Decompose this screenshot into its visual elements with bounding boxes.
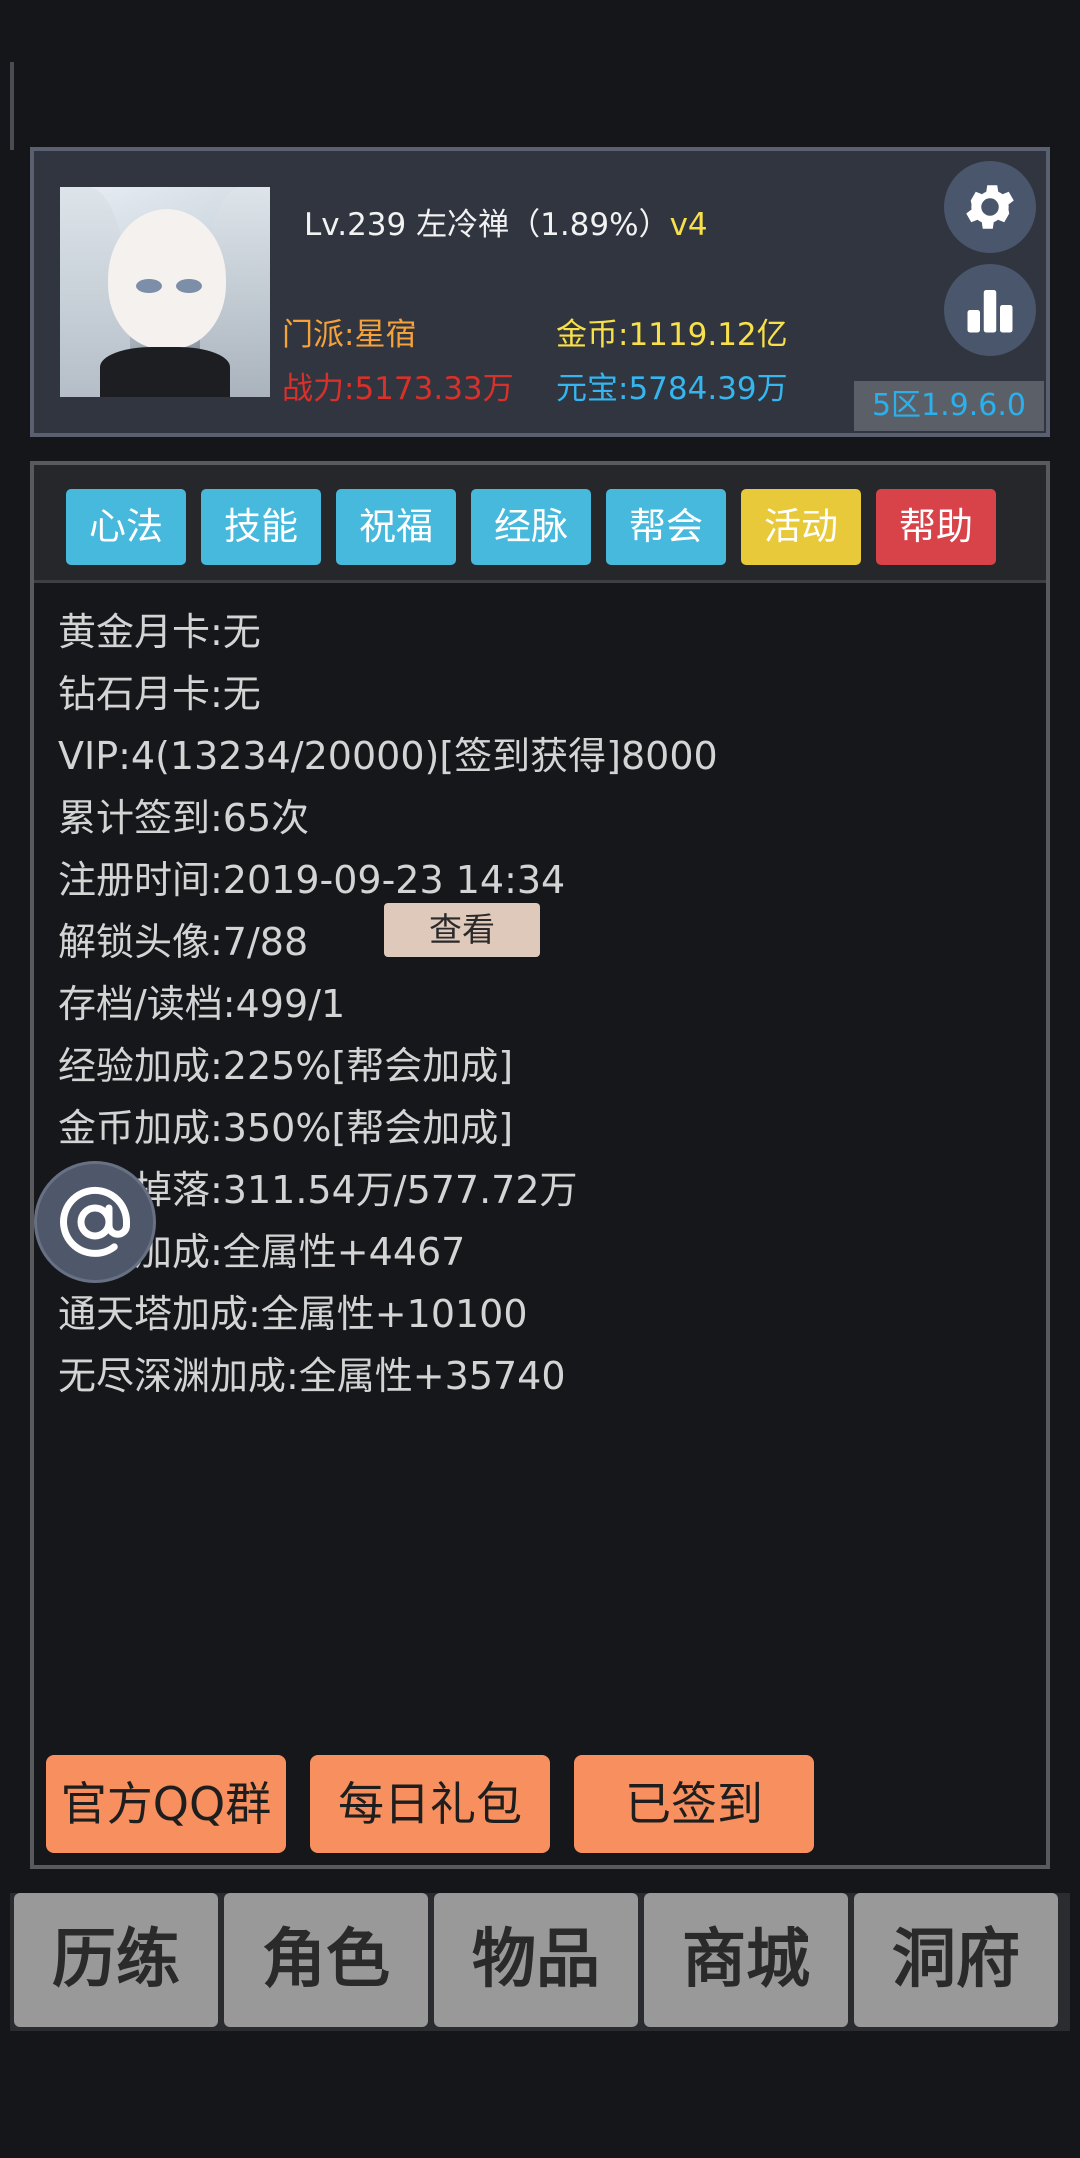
player-sect: 门派:星宿 [282, 317, 417, 353]
player-exp-percent: （1.89%） [509, 207, 670, 243]
checkin-count: 累计签到:65次 [58, 796, 310, 840]
player-level: Lv.239 [304, 207, 407, 243]
nav-shop[interactable]: 商城 [644, 1893, 848, 2027]
at-sign-icon [60, 1186, 130, 1257]
player-avatar[interactable] [60, 187, 270, 397]
vip-status: VIP:4(13234/20000)[签到获得]8000 [58, 734, 718, 778]
gold-card-status: 黄金月卡:无 [58, 610, 261, 654]
player-name-line: Lv.239 左冷禅（1.89%）v4 [304, 199, 708, 244]
server-version-badge: 5区1.9.6.0 [854, 381, 1044, 431]
nav-cave[interactable]: 洞府 [854, 1893, 1058, 2027]
bar-chart-icon [967, 290, 1013, 333]
nav-character[interactable]: 角色 [224, 1893, 428, 2027]
tab-guild[interactable]: 帮会 [606, 489, 726, 565]
unlocked-avatars: 解锁头像:7/88 [58, 920, 309, 964]
player-power: 战力:5173.33万 [282, 371, 514, 407]
daily-gift-button[interactable]: 每日礼包 [310, 1755, 550, 1853]
gear-icon [966, 185, 1014, 229]
tab-events[interactable]: 活动 [741, 489, 861, 565]
tab-xinfa[interactable]: 心法 [66, 489, 186, 565]
tab-help[interactable]: 帮助 [876, 489, 996, 565]
player-yuanbao: 元宝:5784.39万 [556, 371, 788, 407]
bottom-navigation: 历练 角色 物品 商城 洞府 [10, 1893, 1070, 2031]
signed-in-button[interactable]: 已签到 [574, 1755, 814, 1853]
player-gold: 金币:1119.12亿 [556, 317, 788, 353]
player-vip-tag: v4 [669, 207, 708, 243]
ranking-button[interactable] [944, 264, 1036, 356]
exp-bonus: 经验加成:225%[帮会加成] [58, 1044, 514, 1088]
player-name: 左冷禅 [416, 207, 510, 243]
main-panel: 心法 技能 祝福 经脉 帮会 活动 帮助 黄金月卡:无 钻石月卡:无 VIP:4… [30, 461, 1050, 1869]
register-time: 注册时间:2019-09-23 14:34 [58, 858, 566, 902]
tab-meridians[interactable]: 经脉 [471, 489, 591, 565]
avatar-eye-right [176, 279, 202, 293]
nav-items[interactable]: 物品 [434, 1893, 638, 2027]
save-load-count: 存档/读档:499/1 [58, 982, 346, 1026]
floating-assist-button[interactable] [34, 1161, 156, 1283]
status-indicator-line [10, 62, 14, 150]
tab-blessing[interactable]: 祝福 [336, 489, 456, 565]
view-avatars-button[interactable]: 查看 [384, 903, 540, 957]
diamond-card-status: 钻石月卡:无 [58, 672, 261, 716]
abyss-bonus: 无尽深渊加成:全属性+35740 [58, 1354, 566, 1398]
player-header-card: Lv.239 左冷禅（1.89%）v4 门派:星宿 金币:1119.12亿 战力… [30, 147, 1050, 437]
nav-training[interactable]: 历练 [14, 1893, 218, 2027]
tower-bonus: 通天塔加成:全属性+10100 [58, 1292, 528, 1336]
settings-button[interactable] [944, 161, 1036, 253]
tab-bar: 心法 技能 祝福 经脉 帮会 活动 帮助 [34, 465, 1046, 583]
tab-skills[interactable]: 技能 [201, 489, 321, 565]
avatar-face [108, 209, 226, 349]
qq-group-button[interactable]: 官方QQ群 [46, 1755, 286, 1853]
avatar-eye-left [136, 279, 162, 293]
avatar-body [100, 347, 230, 397]
gold-bonus: 金币加成:350%[帮会加成] [58, 1106, 514, 1150]
